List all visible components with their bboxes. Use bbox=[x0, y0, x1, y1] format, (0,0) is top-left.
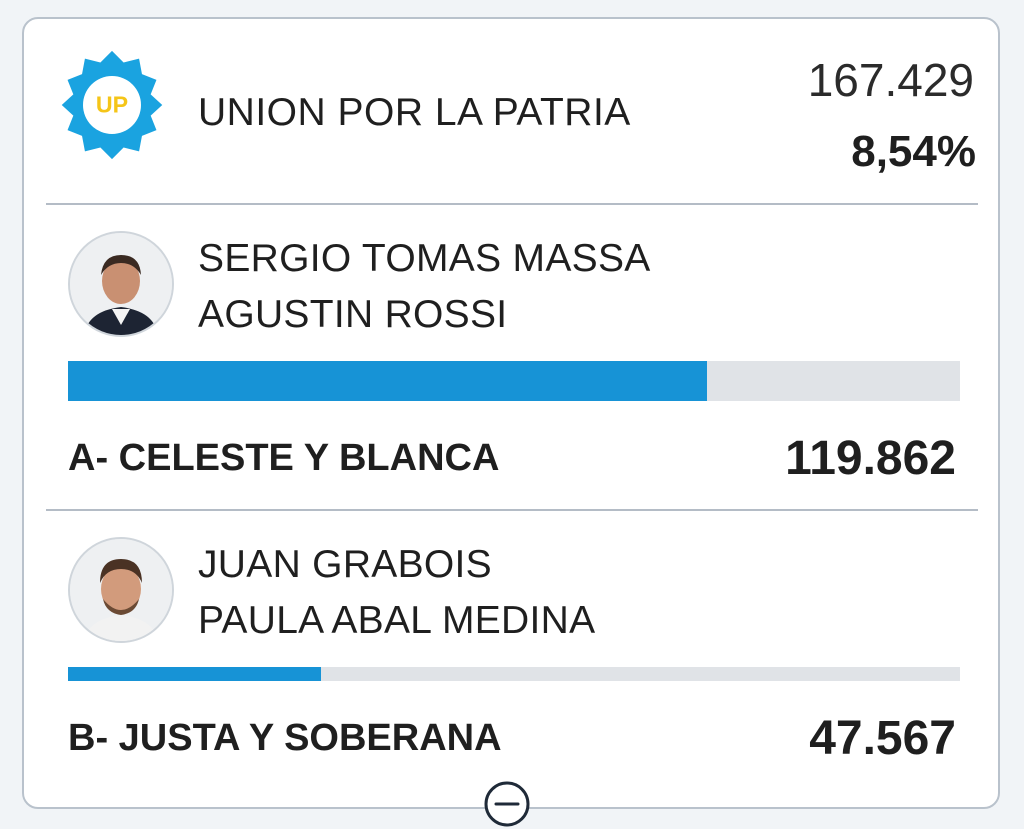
list-name: B- JUSTA Y SOBERANA bbox=[68, 717, 502, 759]
divider bbox=[46, 509, 978, 511]
candidate-name: PAULA ABAL MEDINA bbox=[198, 599, 596, 642]
vote-share-fill bbox=[68, 667, 322, 681]
vote-share-bar bbox=[68, 667, 960, 681]
vote-share-bar bbox=[68, 361, 960, 401]
party-percentage: 8,54% bbox=[851, 127, 976, 176]
minus-circle-icon[interactable] bbox=[483, 780, 531, 828]
list-votes: 47.567 bbox=[809, 712, 956, 765]
divider bbox=[46, 203, 978, 205]
candidate-avatar bbox=[68, 231, 174, 337]
candidate-name: SERGIO TOMAS MASSA bbox=[198, 237, 651, 280]
results-card: UP UNION POR LA PATRIA 167.429 8,54% SER… bbox=[22, 17, 1000, 809]
party-logo-text: UP bbox=[96, 92, 128, 118]
list-name: A- CELESTE Y BLANCA bbox=[68, 437, 500, 479]
candidate-name: JUAN GRABOIS bbox=[198, 543, 492, 586]
party-logo-icon: UP bbox=[61, 50, 163, 160]
candidate-name: AGUSTIN ROSSI bbox=[198, 293, 508, 336]
vote-share-fill bbox=[68, 361, 707, 401]
party-total-votes: 167.429 bbox=[807, 54, 974, 106]
list-votes: 119.862 bbox=[785, 432, 956, 485]
candidate-avatar bbox=[68, 537, 174, 643]
party-name: UNION POR LA PATRIA bbox=[198, 91, 631, 134]
